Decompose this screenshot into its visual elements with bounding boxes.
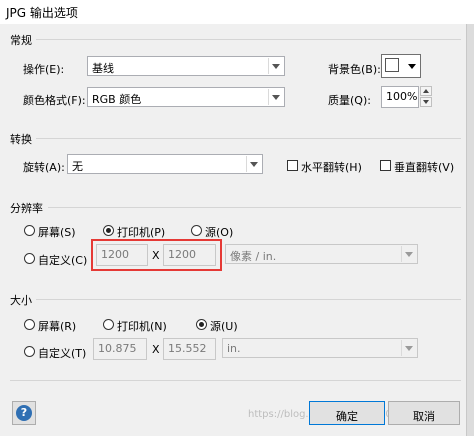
color-format-label: 颜色格式(F): [23, 94, 86, 107]
flip-vertical-label[interactable]: 垂直翻转(V) [394, 159, 454, 175]
operation-select[interactable]: 基线 [87, 56, 285, 76]
resolution-screen-label[interactable]: 屏幕(S) [38, 224, 76, 240]
section-general-title: 常规 [10, 34, 32, 47]
resolution-source-radio[interactable] [191, 225, 202, 236]
section-divider [36, 138, 461, 139]
ok-button-label: 确定 [336, 410, 358, 423]
resolution-printer-radio[interactable] [103, 225, 114, 236]
size-screen-radio[interactable] [24, 319, 35, 330]
quality-label: 质量(Q): [328, 94, 371, 107]
rotate-select[interactable]: 无 [67, 154, 263, 174]
cancel-button-label: 取消 [413, 410, 435, 423]
section-divider [36, 39, 461, 40]
color-format-value: RGB 颜色 [92, 93, 142, 106]
chevron-down-icon [401, 246, 416, 262]
resolution-unit-select[interactable]: 像素 / in. [225, 244, 418, 264]
resolution-custom-radio[interactable] [24, 253, 35, 264]
help-icon: ? [16, 405, 32, 421]
size-unit-value: in. [227, 342, 241, 355]
resolution-printer-label[interactable]: 打印机(P) [117, 224, 165, 240]
section-divider [48, 207, 461, 208]
footer-divider [10, 380, 461, 381]
resolution-x-input[interactable]: 1200 [96, 244, 148, 266]
resolution-custom-label[interactable]: 自定义(C) [38, 252, 87, 268]
size-source-radio[interactable] [196, 319, 207, 330]
resolution-x-value: 1200 [101, 248, 129, 261]
help-button[interactable]: ? [12, 401, 36, 425]
size-height-input[interactable]: 15.552 [163, 338, 216, 360]
cancel-button[interactable]: 取消 [388, 401, 460, 425]
color-format-select[interactable]: RGB 颜色 [87, 87, 285, 107]
size-custom-radio[interactable] [24, 346, 35, 357]
color-swatch [385, 58, 399, 72]
size-unit-select[interactable]: in. [222, 338, 418, 358]
resolution-y-input[interactable]: 1200 [163, 244, 216, 266]
times-label: X [152, 249, 160, 262]
window-edge [466, 24, 474, 436]
flip-vertical-checkbox[interactable] [380, 160, 391, 171]
quality-spinner[interactable] [420, 86, 432, 108]
quality-input[interactable]: 100% [381, 86, 419, 108]
section-resolution-title: 分辨率 [10, 202, 43, 215]
spin-up-icon[interactable] [420, 86, 432, 96]
chevron-down-icon [401, 340, 416, 356]
size-custom-label[interactable]: 自定义(T) [38, 345, 86, 361]
resolution-source-label[interactable]: 源(O) [205, 224, 233, 240]
size-printer-radio[interactable] [103, 319, 114, 330]
rotate-label: 旋转(A): [23, 161, 65, 174]
times-label: X [152, 343, 160, 356]
background-color-picker[interactable] [381, 54, 421, 78]
spin-down-icon[interactable] [420, 97, 432, 107]
section-transform-title: 转换 [10, 133, 32, 146]
flip-horizontal-label[interactable]: 水平翻转(H) [301, 159, 362, 175]
flip-horizontal-checkbox[interactable] [287, 160, 298, 171]
window-title: JPG 输出选项 [6, 6, 78, 20]
background-color-label: 背景色(B): [328, 63, 381, 76]
size-source-label[interactable]: 源(U) [210, 318, 238, 334]
resolution-y-value: 1200 [168, 248, 196, 261]
size-width-input[interactable]: 10.875 [93, 338, 147, 360]
size-printer-label[interactable]: 打印机(N) [117, 318, 167, 334]
section-size-title: 大小 [10, 294, 32, 307]
operation-value: 基线 [92, 62, 114, 75]
ok-button[interactable]: 确定 [309, 401, 385, 425]
size-width-value: 10.875 [98, 342, 137, 355]
chevron-down-icon [246, 156, 261, 172]
resolution-unit-value: 像素 / in. [230, 250, 277, 263]
size-screen-label[interactable]: 屏幕(R) [38, 318, 76, 334]
quality-value: 100% [386, 90, 418, 103]
operation-label: 操作(E): [23, 63, 65, 76]
rotate-value: 无 [72, 160, 83, 173]
section-divider [36, 299, 461, 300]
size-height-value: 15.552 [168, 342, 207, 355]
chevron-down-icon [268, 89, 283, 105]
chevron-down-icon [268, 58, 283, 74]
resolution-screen-radio[interactable] [24, 225, 35, 236]
